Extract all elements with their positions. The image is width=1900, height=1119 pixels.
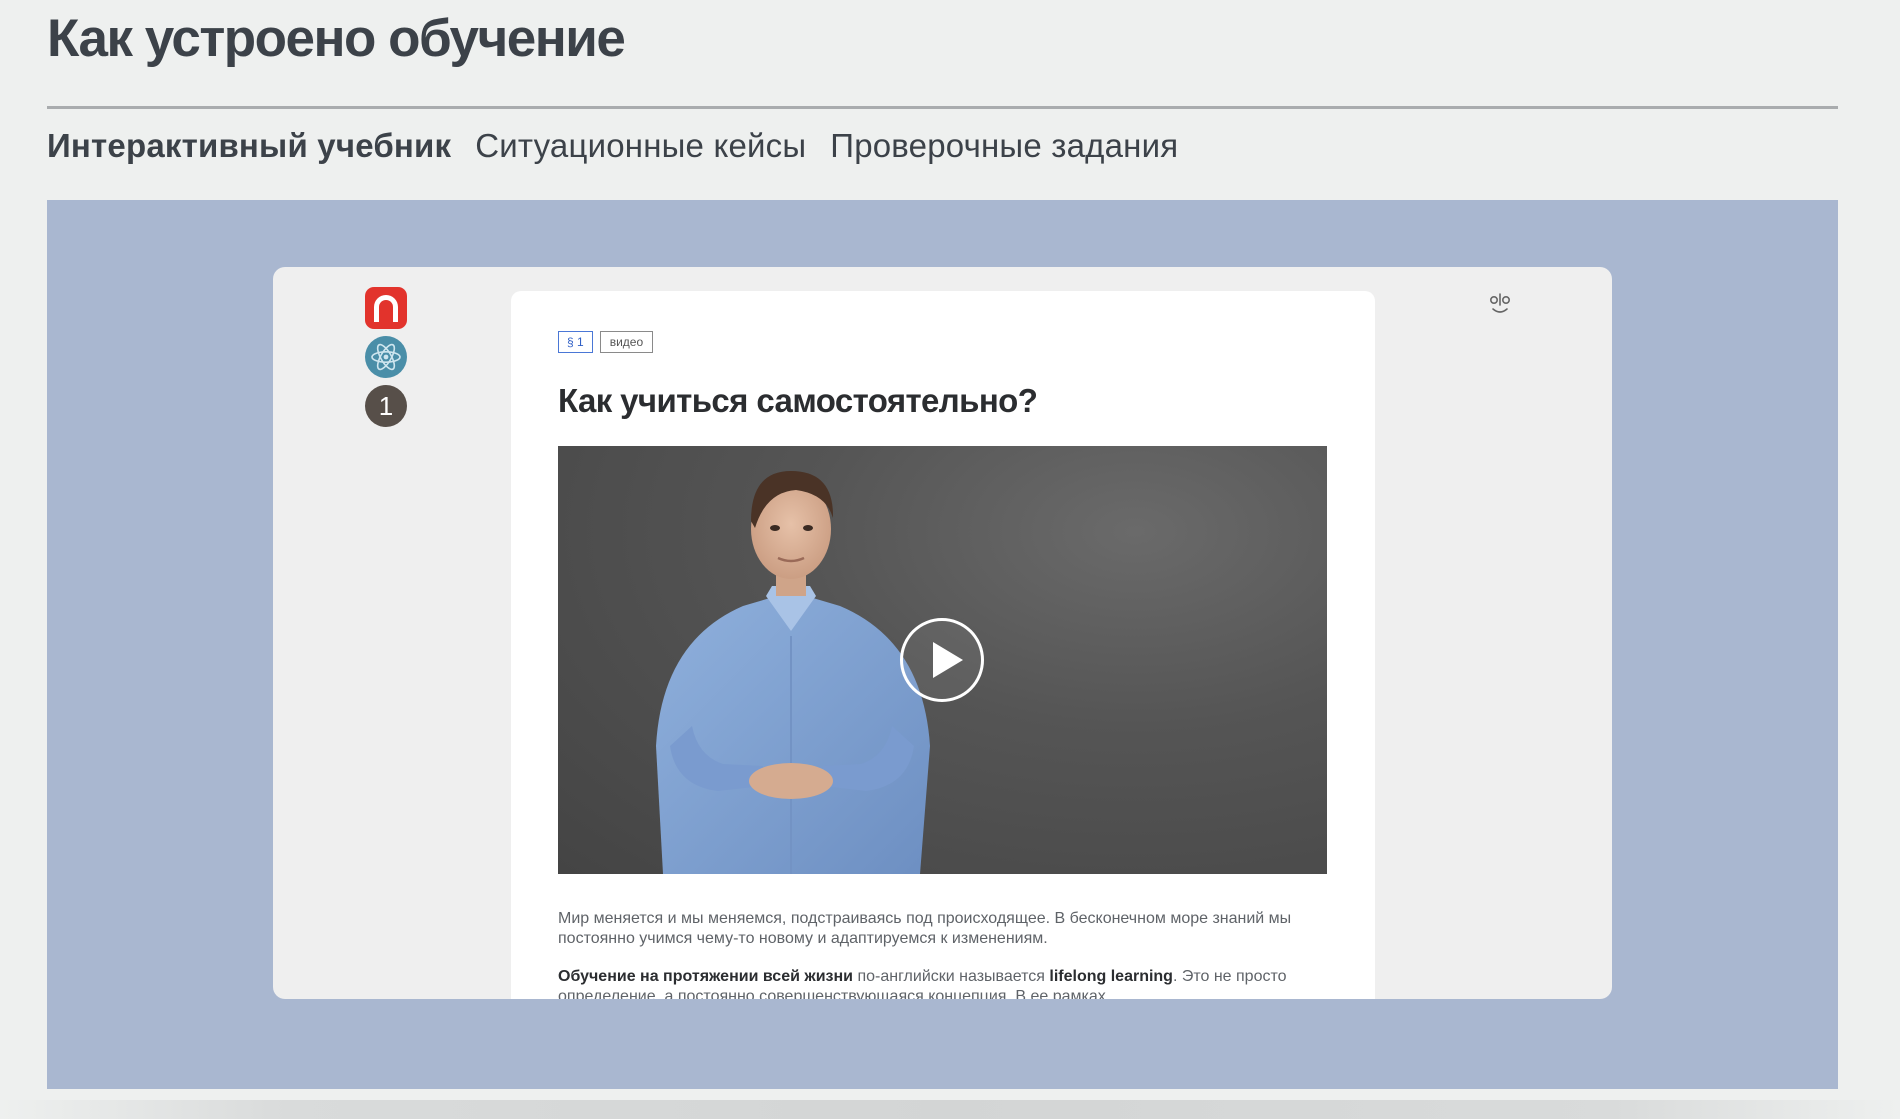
tab-check-tasks[interactable]: Проверочные задания bbox=[830, 127, 1178, 165]
bottom-shadow bbox=[0, 1100, 1900, 1119]
preview-sidebar: 1 bbox=[365, 287, 407, 427]
atom-glyph bbox=[371, 343, 401, 371]
video-player[interactable] bbox=[558, 446, 1327, 874]
chapter-number-badge[interactable]: 1 bbox=[365, 385, 407, 427]
content-type-tag[interactable]: видео bbox=[599, 331, 654, 353]
section-tag[interactable]: § 1 bbox=[558, 331, 593, 353]
page: Как устроено обучение Интерактивный учеб… bbox=[0, 0, 1900, 1119]
article-paragraph-1: Мир меняется и мы меняемся, подстраиваяс… bbox=[558, 910, 1292, 947]
play-icon[interactable] bbox=[900, 618, 984, 702]
atom-icon[interactable] bbox=[365, 336, 407, 378]
preview-window: 1 § 1 видео Как учиться самостоятельно? bbox=[273, 267, 1612, 999]
brand-logo-icon[interactable] bbox=[365, 287, 407, 329]
page-title: Как устроено обучение bbox=[47, 9, 626, 68]
article-paragraph-2: Обучение на протяжении всей жизни по-анг… bbox=[558, 967, 1338, 999]
article-tags: § 1 видео bbox=[558, 331, 654, 353]
reader-mode-icon[interactable] bbox=[1484, 289, 1516, 321]
tab-case-studies[interactable]: Ситуационные кейсы bbox=[475, 127, 806, 165]
title-divider bbox=[47, 106, 1838, 109]
article-title: Как учиться самостоятельно? bbox=[558, 382, 1038, 419]
tab-bar: Интерактивный учебник Ситуационные кейсы… bbox=[47, 124, 1178, 168]
article-card: § 1 видео Как учиться самостоятельно? Ми… bbox=[511, 291, 1375, 999]
bold-term-2: lifelong learning bbox=[1049, 968, 1173, 985]
tab-interactive-textbook[interactable]: Интерактивный учебник bbox=[47, 127, 451, 165]
paragraph-2-text-1: по-английски называется bbox=[853, 968, 1050, 985]
bold-term-1: Обучение на протяжении всей жизни bbox=[558, 968, 853, 985]
